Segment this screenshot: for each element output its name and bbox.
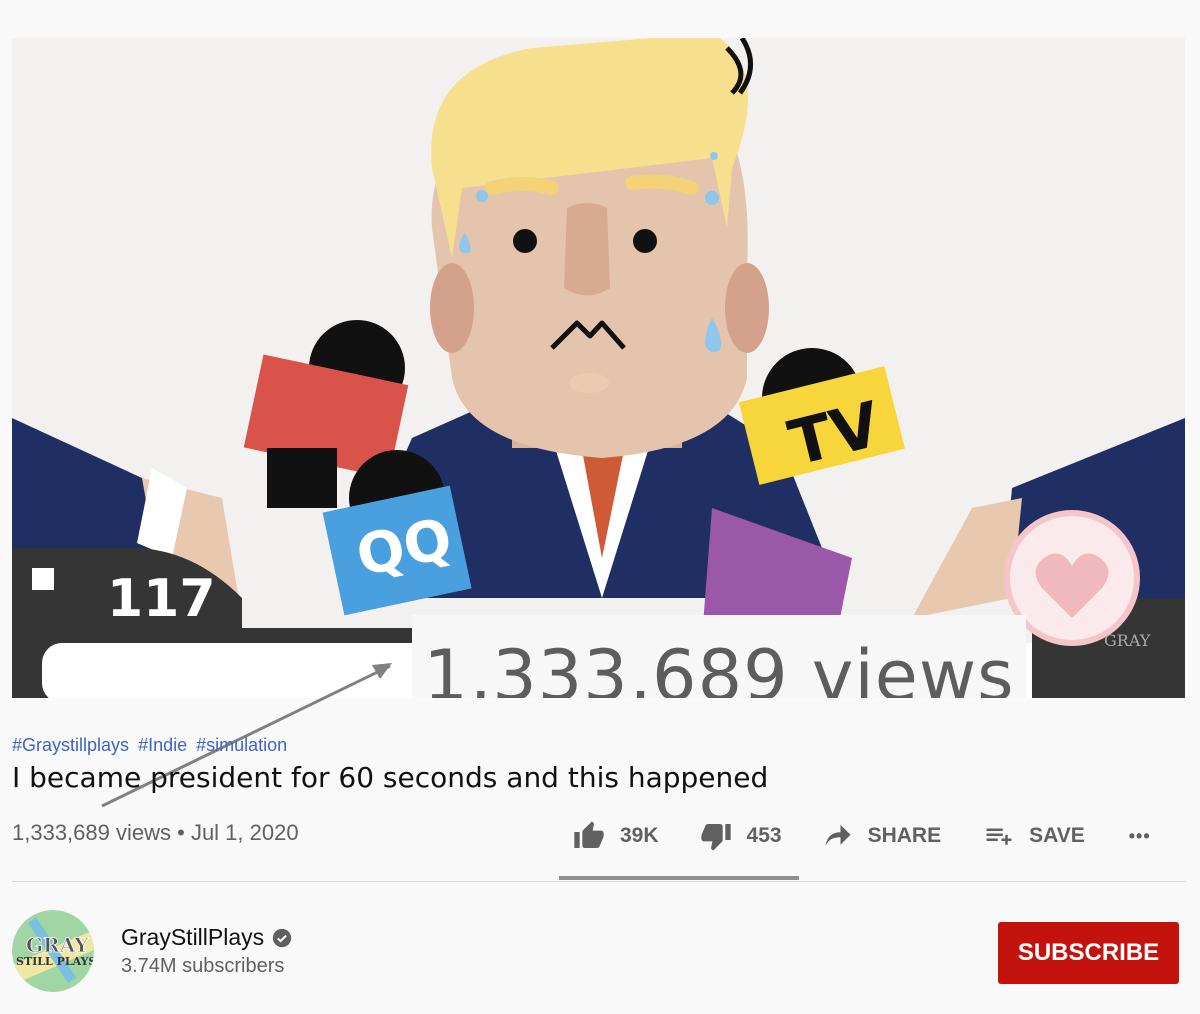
- video-frame-illustration: QQ TV 117 GRAY: [12, 38, 1185, 698]
- video-player[interactable]: QQ TV 117 GRAY 1,333,689 views: [12, 38, 1185, 698]
- save-label: SAVE: [1029, 824, 1085, 847]
- upload-date: Jul 1, 2020: [190, 820, 299, 845]
- svg-text:GRAY: GRAY: [26, 933, 89, 957]
- dislike-count: 453: [746, 824, 782, 847]
- hashtag-link[interactable]: #simulation: [196, 735, 287, 755]
- more-icon: •••: [1128, 825, 1151, 846]
- like-button[interactable]: 39K: [572, 815, 659, 857]
- sentiment-bar: [559, 876, 799, 880]
- svg-text:STILL PLAYS: STILL PLAYS: [16, 955, 94, 968]
- share-arrow-icon: [825, 824, 851, 846]
- playlist-add-icon: [986, 828, 1012, 845]
- action-bar: 39K 453 SHARE SAVE •••: [572, 815, 1151, 857]
- subscribe-button[interactable]: SUBSCRIBE: [998, 922, 1179, 984]
- stop-icon: [32, 568, 54, 590]
- video-meta: 1,333,689 views • Jul 1, 2020: [12, 820, 299, 846]
- share-button[interactable]: SHARE: [822, 815, 942, 857]
- share-label: SHARE: [867, 824, 942, 847]
- more-actions-button[interactable]: •••: [1129, 815, 1151, 857]
- hashtags: #Graystillplays #Indie #simulation: [12, 735, 291, 756]
- channel-avatar[interactable]: GRAY STILL PLAYS: [12, 910, 94, 992]
- video-title: I became president for 60 seconds and th…: [12, 761, 769, 794]
- thumbs-down-icon: [700, 824, 731, 851]
- overlay-counter: 117: [107, 569, 216, 629]
- divider: [12, 881, 1186, 882]
- verified-check-icon: [272, 928, 292, 947]
- save-button[interactable]: SAVE: [983, 815, 1085, 857]
- zoom-callout: 1,333,689 views: [412, 615, 1026, 698]
- watermark-logo: GRAY: [1104, 631, 1151, 650]
- hashtag-link[interactable]: #Graystillplays: [12, 735, 129, 755]
- view-count: 1,333,689 views: [12, 820, 171, 845]
- hashtag-link[interactable]: #Indie: [138, 735, 187, 755]
- like-count: 39K: [620, 824, 659, 847]
- dislike-button[interactable]: 453: [699, 815, 782, 857]
- meta-separator: •: [171, 820, 191, 845]
- zoom-callout-text: 1,333,689 views: [423, 634, 1015, 699]
- subscriber-count: 3.74M subscribers: [121, 955, 285, 977]
- channel-name-text: GrayStillPlays: [121, 924, 265, 950]
- channel-name[interactable]: GrayStillPlays: [121, 924, 292, 951]
- thumbs-up-icon: [574, 821, 604, 848]
- channel-logo: GRAY STILL PLAYS: [12, 910, 94, 992]
